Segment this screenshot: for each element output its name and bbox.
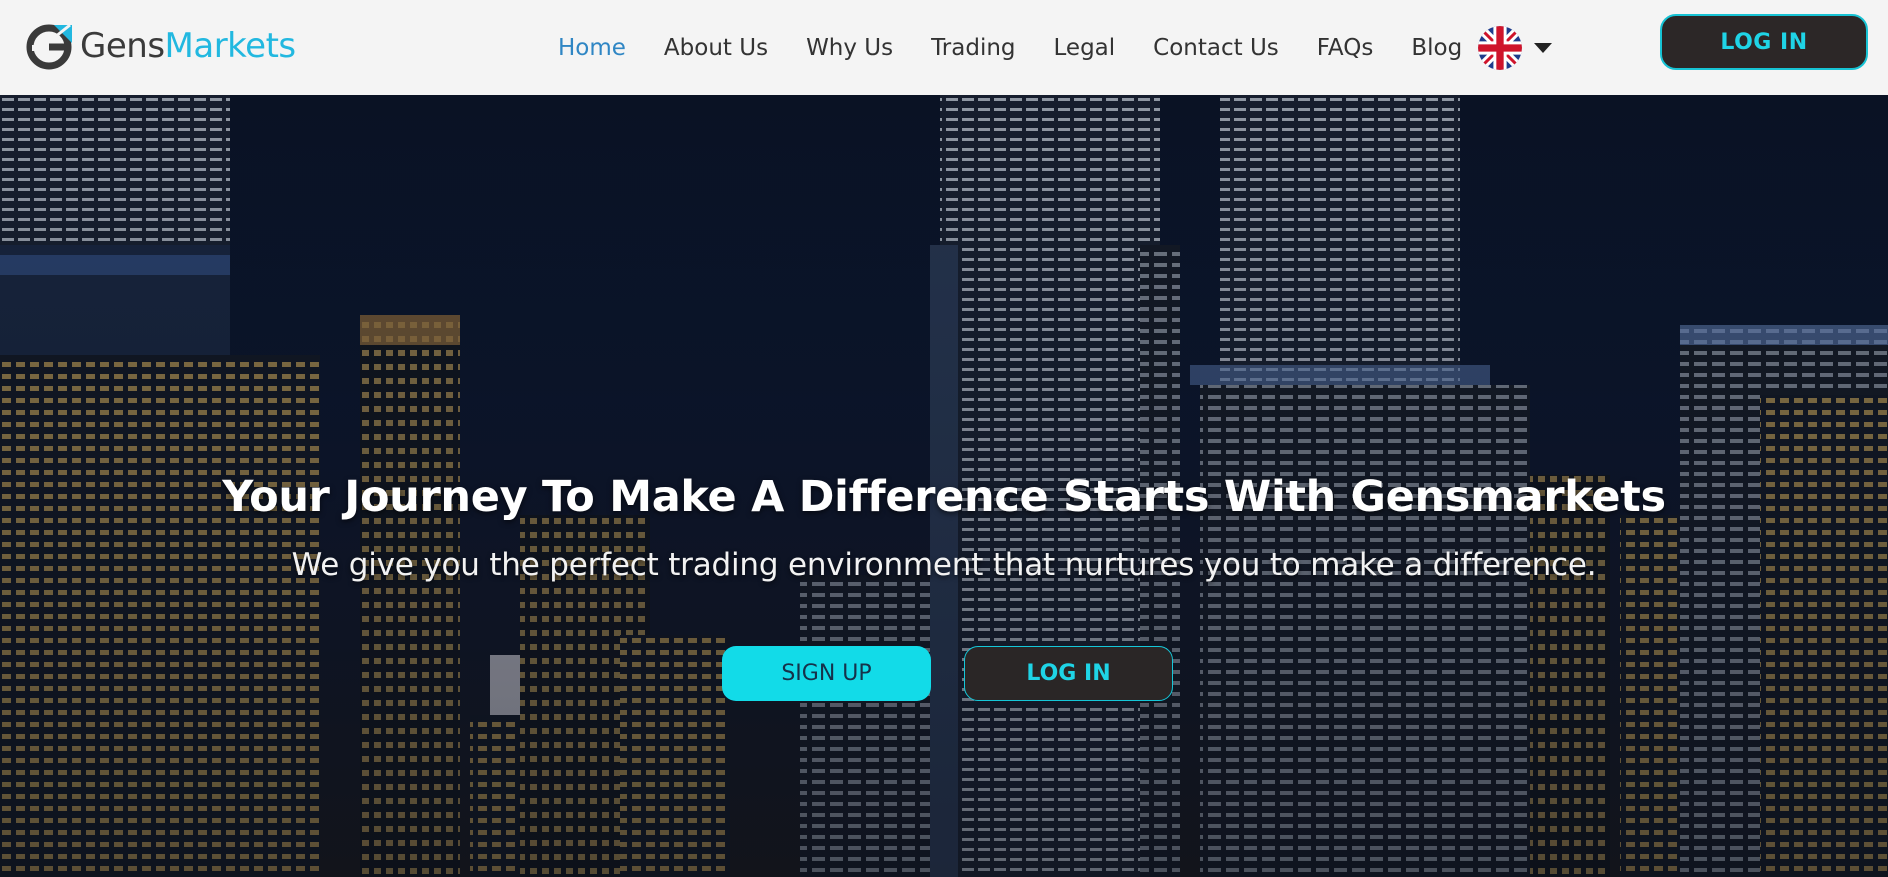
nav-item-faqs[interactable]: FAQs (1298, 35, 1393, 61)
nav-item-trading[interactable]: Trading (912, 35, 1034, 61)
nav-item-legal[interactable]: Legal (1035, 35, 1135, 61)
nav-item-why-us[interactable]: Why Us (787, 35, 912, 61)
hero-login-button[interactable]: LOG IN (964, 646, 1173, 701)
nav-item-about-us[interactable]: About Us (645, 35, 787, 61)
brand-logo[interactable]: GensMarkets (26, 20, 296, 72)
main-nav: Home About Us Why Us Trading Legal Conta… (539, 0, 1481, 95)
gensmarkets-logo-icon (26, 23, 72, 70)
nav-item-contact-us[interactable]: Contact Us (1134, 35, 1298, 61)
hero-section: Your Journey To Make A Difference Starts… (0, 95, 1888, 877)
signup-button[interactable]: SIGN UP (722, 646, 931, 701)
language-selector[interactable] (1478, 25, 1552, 70)
header-login-button[interactable]: LOG IN (1660, 14, 1868, 70)
hero-subtitle: We give you the perfect trading environm… (291, 547, 1597, 583)
chevron-down-icon (1534, 42, 1552, 53)
nav-item-home[interactable]: Home (539, 35, 645, 61)
brand-name-part2: Markets (164, 26, 297, 66)
hero-cta-group: SIGN UP LOG IN (0, 646, 1888, 702)
brand-name-part1: Gens (80, 26, 165, 66)
page: GensMarkets Home About Us Why Us Trading… (0, 0, 1888, 877)
nav-item-blog[interactable]: Blog (1392, 35, 1481, 61)
top-navbar: GensMarkets Home About Us Why Us Trading… (0, 0, 1888, 95)
brand-wordmark: GensMarkets (80, 29, 296, 63)
hero-title: Your Journey To Make A Difference Starts… (222, 472, 1666, 522)
uk-flag-icon (1478, 25, 1522, 70)
